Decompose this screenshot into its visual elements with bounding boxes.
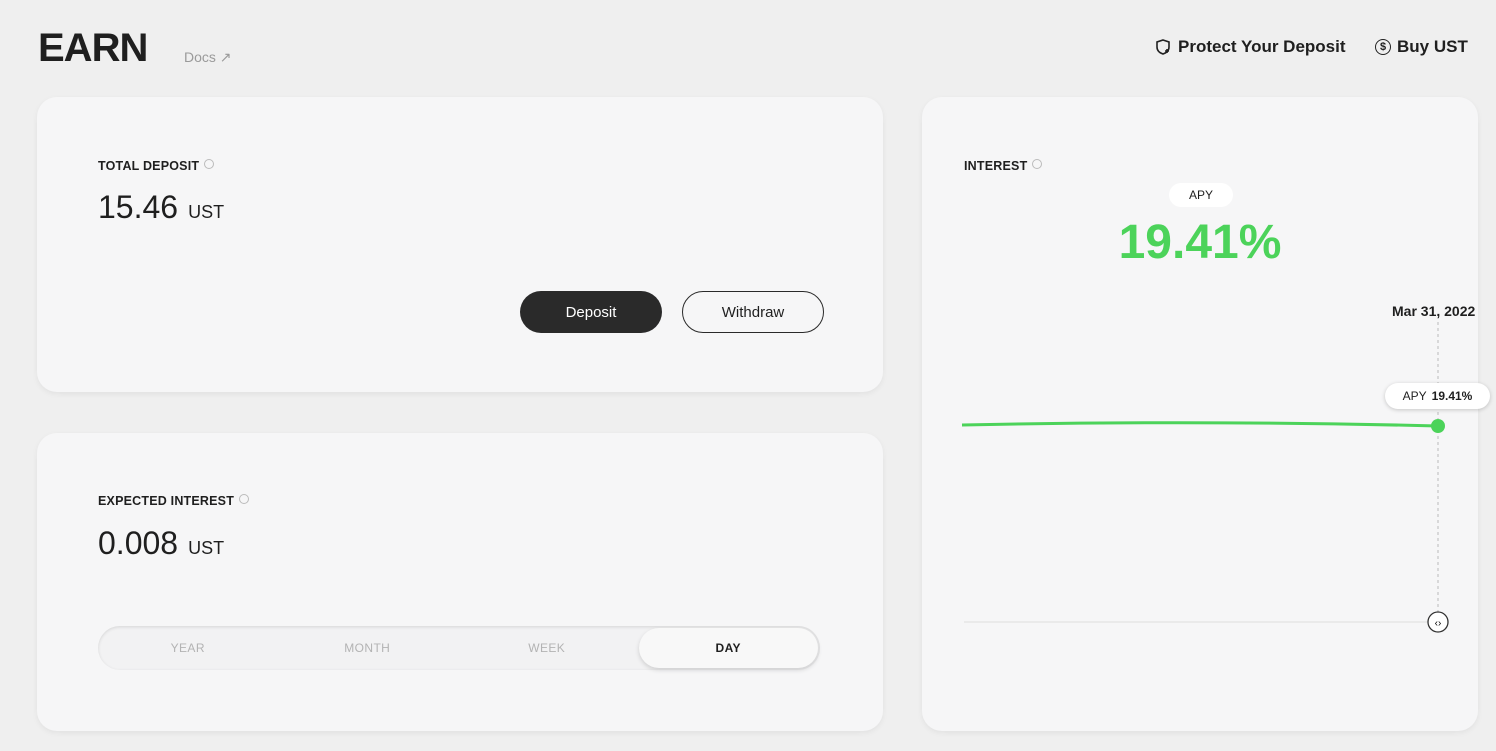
- period-tabs: YEAR MONTH WEEK DAY: [98, 626, 820, 670]
- tooltip-value: 19.41%: [1431, 389, 1473, 403]
- tooltip-label: APY: [1402, 389, 1427, 403]
- external-link-icon: ↗: [219, 49, 232, 65]
- tab-month[interactable]: MONTH: [278, 626, 458, 670]
- info-icon: [239, 494, 250, 504]
- protect-label: Protect Your Deposit: [1178, 37, 1346, 56]
- docs-link[interactable]: Docs ↗: [184, 49, 232, 66]
- info-icon: [204, 159, 215, 169]
- apy-tooltip: APY 19.41%: [1385, 383, 1490, 409]
- expected-interest-value: 0.008 UST: [98, 525, 225, 561]
- expected-interest-card: EXPECTED INTEREST 0.008 UST: [37, 433, 883, 731]
- buy-label: Buy UST: [1397, 37, 1468, 56]
- withdraw-button[interactable]: Withdraw: [682, 291, 824, 333]
- apy-chart: ‹›: [961, 322, 1449, 633]
- dollar-circle-icon: $: [1375, 39, 1391, 55]
- tab-year[interactable]: YEAR: [98, 626, 278, 670]
- shield-plus-icon: [1156, 39, 1170, 55]
- total-deposit-value: 15.46 UST: [98, 189, 225, 225]
- deposit-button[interactable]: Deposit: [520, 291, 662, 333]
- docs-label: Docs: [184, 49, 216, 65]
- protect-deposit-link[interactable]: Protect Your Deposit: [1154, 37, 1346, 57]
- tab-day[interactable]: DAY: [638, 628, 818, 668]
- apy-series-line: [961, 421, 1439, 428]
- total-deposit-card: TOTAL DEPOSIT 15.46 UST Deposit Withdraw: [37, 97, 883, 392]
- drag-arrows-icon: ‹›: [1435, 618, 1442, 629]
- expected-interest-label: EXPECTED INTEREST: [98, 494, 250, 508]
- earn-logo: EARN: [38, 26, 148, 70]
- apy-point: [1431, 419, 1445, 433]
- tab-week[interactable]: WEEK: [457, 626, 637, 670]
- total-deposit-label: TOTAL DEPOSIT: [98, 159, 215, 173]
- buy-ust-link[interactable]: $ Buy UST: [1375, 37, 1468, 57]
